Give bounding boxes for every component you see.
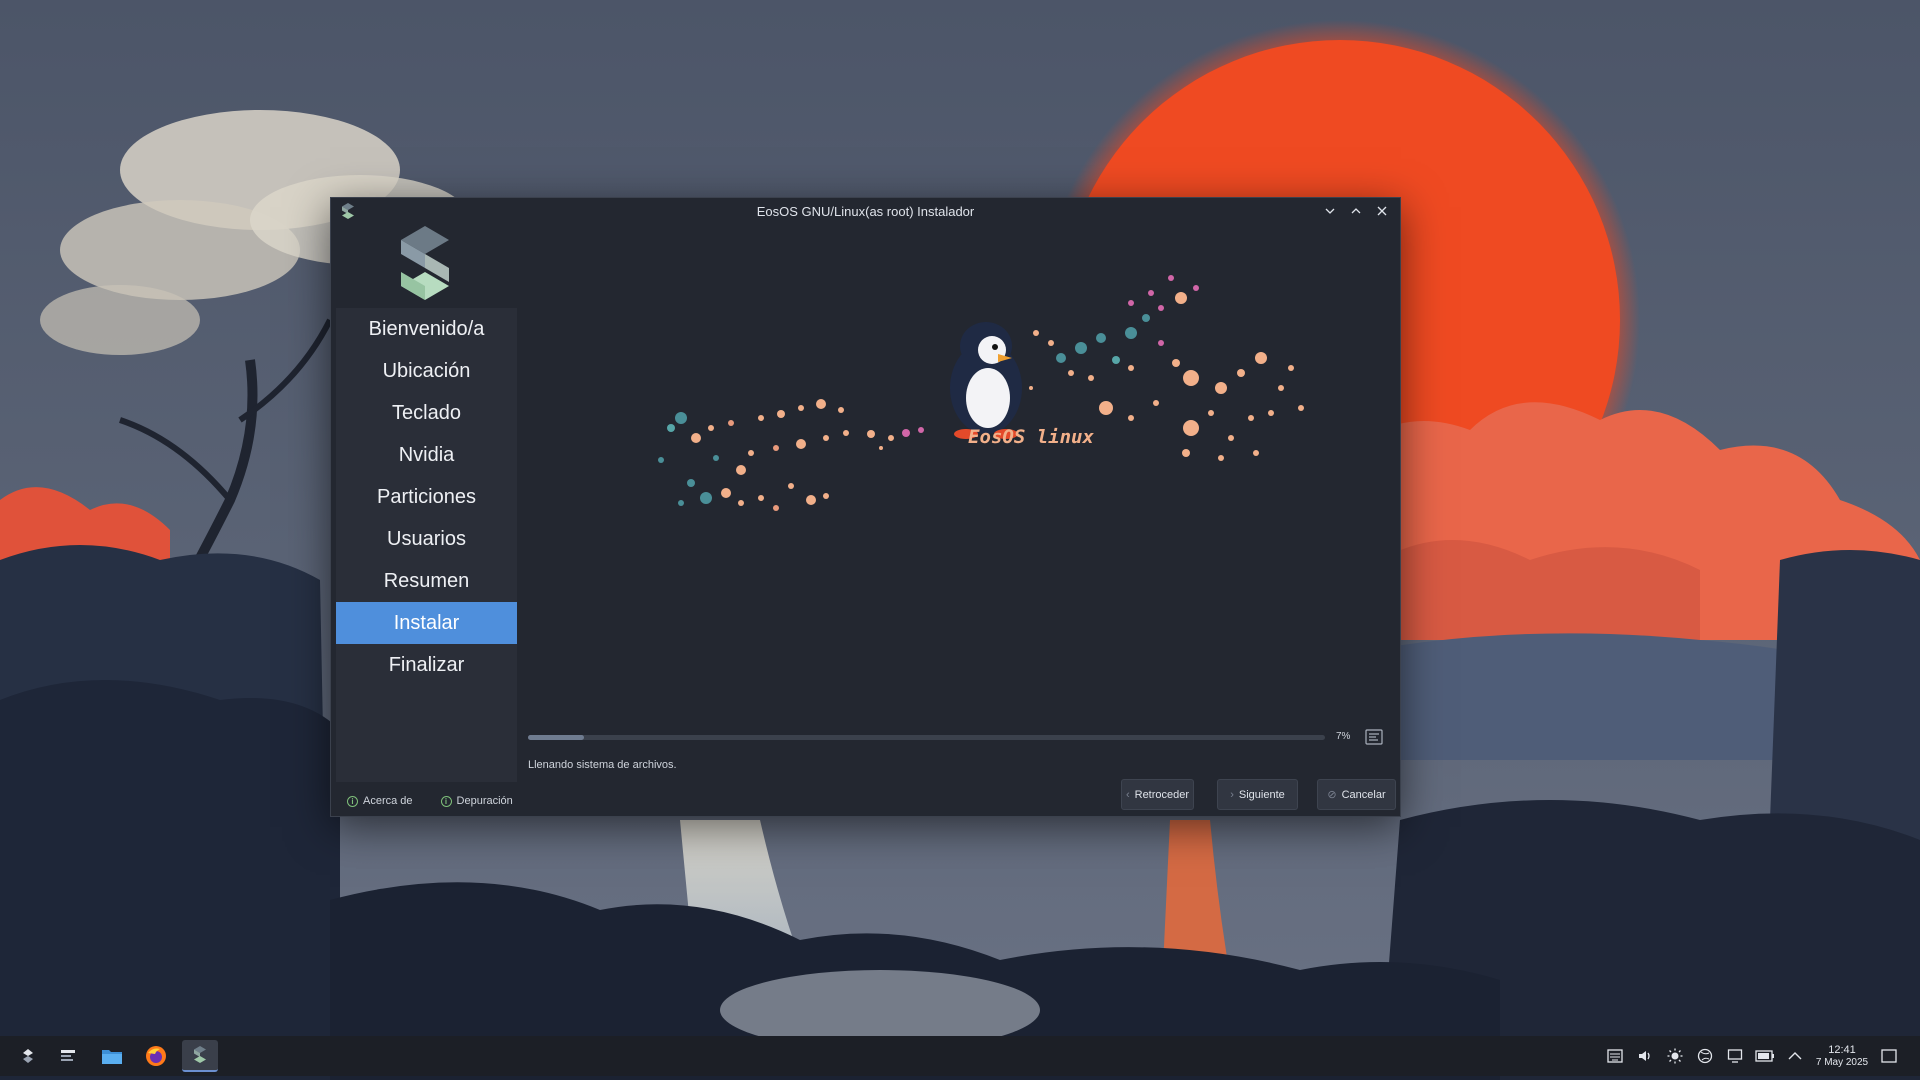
brightness-icon [1667, 1048, 1683, 1064]
brightness-button[interactable] [1660, 1036, 1690, 1076]
toggle-log-icon[interactable] [1364, 727, 1384, 747]
system-tray: 12:41 7 May 2025 [1600, 1036, 1904, 1076]
window-title: EosOS GNU/Linux(as root) Instalador [756, 203, 975, 219]
step-bienvenido[interactable]: Bienvenido/a [336, 308, 517, 350]
chevron-down-icon [1325, 208, 1335, 214]
maximize-button[interactable] [1344, 200, 1368, 222]
next-label: Siguiente [1238, 788, 1285, 801]
close-icon [1377, 206, 1387, 216]
digital-clock[interactable]: 12:41 7 May 2025 [1810, 1044, 1874, 1067]
step-instalar[interactable]: Instalar [336, 602, 517, 644]
title-bar[interactable]: EosOS GNU/Linux(as root) Instalador [331, 198, 1400, 224]
installer-icon [194, 1046, 206, 1063]
close-button[interactable] [1370, 200, 1394, 222]
steps-sidebar: Bienvenido/a Ubicación Teclado Nvidia Pa… [336, 308, 517, 782]
next-button[interactable]: › Siguiente [1217, 779, 1298, 810]
step-finalizar[interactable]: Finalizar [336, 644, 517, 686]
firefox-button[interactable] [138, 1040, 174, 1072]
info-icon: i [347, 795, 358, 807]
chevron-left-icon: ‹ [1125, 788, 1130, 801]
about-label: Acerca de [363, 795, 413, 807]
notifications-icon [1881, 1049, 1897, 1063]
minimize-button[interactable] [1318, 200, 1342, 222]
show-desktop-corner-button[interactable] [1874, 1036, 1904, 1076]
show-desktop-icon [61, 1050, 75, 1061]
application-launcher-icon [23, 1049, 33, 1063]
keyboard-icon [1607, 1049, 1623, 1063]
step-nvidia[interactable]: Nvidia [336, 434, 517, 476]
chevron-up-icon [1351, 208, 1361, 214]
clock-time: 12:41 [1828, 1044, 1856, 1057]
particle-swarm-left [658, 399, 924, 511]
chevron-up-icon [1788, 1052, 1802, 1060]
cancel-button[interactable]: ⊘ Cancelar [1317, 779, 1396, 810]
installer-taskbar-button[interactable] [182, 1040, 218, 1072]
back-label: Retroceder [1134, 788, 1190, 801]
step-usuarios[interactable]: Usuarios [336, 518, 517, 560]
installer-window: EosOS GNU/Linux(as root) Instalador Bien… [330, 197, 1401, 817]
show-hidden-icons-button[interactable] [1780, 1036, 1810, 1076]
application-launcher-button[interactable] [10, 1040, 46, 1072]
debug-label: Depuración [456, 795, 513, 807]
step-teclado[interactable]: Teclado [336, 392, 517, 434]
firefox-icon [146, 1046, 166, 1066]
battery-button[interactable] [1750, 1036, 1780, 1076]
speaker-icon [1639, 1051, 1650, 1061]
eosos-brand-text: EosOS linux [968, 426, 1094, 448]
penguin-mascot [950, 322, 1022, 439]
install-status-text: Llenando sistema de archivos. [528, 759, 677, 771]
debug-button[interactable]: i Depuración [440, 795, 513, 807]
file-manager-button[interactable] [94, 1040, 130, 1072]
step-particiones[interactable]: Particiones [336, 476, 517, 518]
keyboard-layout-button[interactable] [1600, 1036, 1630, 1076]
info-icon: i [440, 795, 452, 807]
eosos-logo [401, 226, 449, 300]
step-resumen[interactable]: Resumen [336, 560, 517, 602]
file-manager-icon [102, 1050, 122, 1064]
step-ubicacion[interactable]: Ubicación [336, 350, 517, 392]
taskbar: 12:41 7 May 2025 [0, 1036, 1920, 1076]
chevron-right-icon: › [1230, 788, 1234, 801]
cancel-icon: ⊘ [1327, 789, 1337, 801]
progress-percent-label: 7% [1336, 731, 1351, 742]
network-globe-icon [1697, 1048, 1713, 1064]
cancel-label: Cancelar [1341, 788, 1386, 801]
install-progress-fill [528, 735, 584, 740]
volume-button[interactable] [1630, 1036, 1660, 1076]
back-button[interactable]: ‹ Retroceder [1121, 779, 1194, 810]
battery-icon [1755, 1050, 1774, 1062]
display-button[interactable] [1720, 1036, 1750, 1076]
installer-slideshow: EosOS linux [658, 275, 1304, 511]
network-button[interactable] [1690, 1036, 1720, 1076]
install-progress-bar [528, 735, 1325, 740]
clock-date: 7 May 2025 [1815, 1056, 1869, 1068]
display-icon [1727, 1049, 1743, 1063]
about-button[interactable]: i Acerca de [347, 795, 413, 807]
show-desktop-button[interactable] [50, 1040, 86, 1072]
installer-app-icon [342, 203, 354, 219]
